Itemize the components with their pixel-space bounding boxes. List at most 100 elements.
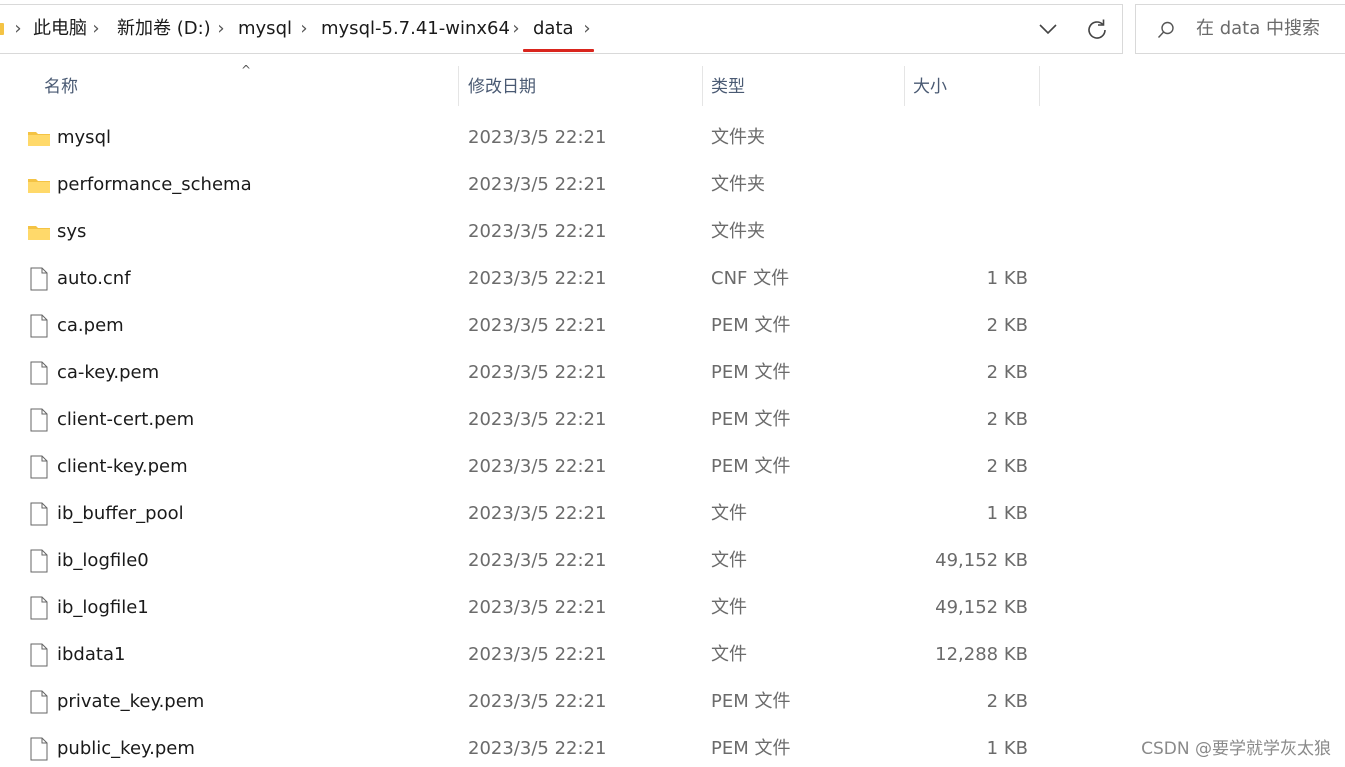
list-item[interactable]: ib_logfile1 2023/3/5 22:21 文件 49,152 KB — [0, 584, 1040, 631]
file-name: client-key.pem — [57, 456, 188, 477]
file-icon — [30, 690, 48, 714]
file-modified: 2023/3/5 22:21 — [468, 738, 607, 759]
file-modified: 2023/3/5 22:21 — [468, 268, 607, 289]
file-icon — [30, 643, 48, 667]
file-modified: 2023/3/5 22:21 — [468, 550, 607, 571]
breadcrumb-separator[interactable]: › — [296, 5, 312, 53]
file-type: 文件夹 — [711, 221, 765, 242]
file-modified: 2023/3/5 22:21 — [468, 127, 607, 148]
breadcrumb-separator[interactable]: › — [88, 5, 104, 53]
file-size: 1 KB — [986, 738, 1028, 759]
list-item[interactable]: ca.pem 2023/3/5 22:21 PEM 文件 2 KB — [0, 302, 1040, 349]
column-name-header[interactable]: 名称 — [44, 64, 78, 110]
list-item[interactable]: auto.cnf 2023/3/5 22:21 CNF 文件 1 KB — [0, 255, 1040, 302]
column-type-header[interactable]: 类型 — [711, 64, 745, 110]
sort-ascending-icon: ^ — [241, 63, 252, 77]
file-size: 1 KB — [986, 503, 1028, 524]
refresh-icon[interactable] — [1084, 17, 1110, 43]
breadcrumb-data[interactable]: data — [533, 5, 574, 53]
breadcrumb-this-pc[interactable]: 此电脑 — [33, 5, 87, 53]
file-modified: 2023/3/5 22:21 — [468, 503, 607, 524]
file-type: PEM 文件 — [711, 691, 791, 712]
file-name: ib_logfile0 — [57, 550, 149, 571]
file-modified: 2023/3/5 22:21 — [468, 362, 607, 383]
column-divider[interactable] — [904, 66, 905, 106]
file-type: PEM 文件 — [711, 456, 791, 477]
file-name: ca-key.pem — [57, 362, 160, 383]
file-type: PEM 文件 — [711, 315, 791, 336]
file-name: ibdata1 — [57, 644, 126, 665]
file-size — [880, 208, 1028, 255]
list-item[interactable]: client-cert.pem 2023/3/5 22:21 PEM 文件 2 … — [0, 396, 1040, 443]
file-name: ib_buffer_pool — [57, 503, 184, 524]
file-modified: 2023/3/5 22:21 — [468, 644, 607, 665]
file-type: CNF 文件 — [711, 268, 790, 289]
file-icon — [30, 361, 48, 385]
watermark: CSDN @要学就学灰太狼 — [1141, 739, 1331, 759]
file-type: 文件夹 — [711, 127, 765, 148]
file-type: 文件 — [711, 597, 747, 618]
list-item[interactable]: mysql 2023/3/5 22:21 文件夹 — [0, 114, 1040, 161]
breadcrumb-drive-d[interactable]: 新加卷 (D:) — [117, 5, 211, 53]
chevron-down-icon[interactable] — [1036, 17, 1060, 41]
breadcrumb-separator[interactable]: › — [213, 5, 229, 53]
list-item[interactable]: ib_buffer_pool 2023/3/5 22:21 文件 1 KB — [0, 490, 1040, 537]
file-size: 2 KB — [986, 409, 1028, 430]
file-explorer: › 此电脑 › 新加卷 (D:) › mysql › mysql-5.7.41-… — [0, 0, 1345, 767]
column-divider[interactable] — [1039, 66, 1040, 106]
file-size: 1 KB — [986, 268, 1028, 289]
file-size: 2 KB — [986, 691, 1028, 712]
file-icon — [30, 314, 48, 338]
file-modified: 2023/3/5 22:21 — [468, 597, 607, 618]
list-item[interactable]: private_key.pem 2023/3/5 22:21 PEM 文件 2 … — [0, 678, 1040, 725]
breadcrumb-separator: › — [14, 18, 22, 39]
file-size: 12,288 KB — [935, 644, 1028, 665]
column-divider[interactable] — [702, 66, 703, 106]
file-size: 2 KB — [986, 315, 1028, 336]
file-icon — [30, 455, 48, 479]
column-divider[interactable] — [458, 66, 459, 106]
address-bar[interactable]: › 此电脑 › 新加卷 (D:) › mysql › mysql-5.7.41-… — [0, 4, 1123, 54]
breadcrumb-separator[interactable]: › — [508, 5, 524, 53]
breadcrumb-separator[interactable]: › — [579, 5, 595, 53]
breadcrumb-mysql-winx64[interactable]: mysql-5.7.41-winx64 — [321, 5, 510, 53]
search-input[interactable]: 在 data 中搜索 — [1135, 4, 1345, 54]
file-name: sys — [57, 221, 87, 242]
column-size-header[interactable]: 大小 — [913, 64, 947, 110]
list-item[interactable]: ibdata1 2023/3/5 22:21 文件 12,288 KB — [0, 631, 1040, 678]
file-name: ca.pem — [57, 315, 124, 336]
file-icon — [30, 267, 48, 291]
list-item[interactable]: performance_schema 2023/3/5 22:21 文件夹 — [0, 161, 1040, 208]
file-size — [880, 114, 1028, 161]
folder-icon — [28, 179, 50, 193]
file-name: client-cert.pem — [57, 409, 195, 430]
file-modified: 2023/3/5 22:21 — [468, 221, 607, 242]
file-name: ib_logfile1 — [57, 597, 149, 618]
file-modified: 2023/3/5 22:21 — [468, 315, 607, 336]
file-icon — [30, 408, 48, 432]
file-size: 2 KB — [986, 362, 1028, 383]
file-type: PEM 文件 — [711, 738, 791, 759]
column-modified-header[interactable]: 修改日期 — [468, 64, 536, 110]
file-name: performance_schema — [57, 174, 252, 195]
file-modified: 2023/3/5 22:21 — [468, 691, 607, 712]
file-icon — [30, 549, 48, 573]
list-item[interactable]: public_key.pem 2023/3/5 22:21 PEM 文件 1 K… — [0, 725, 1040, 767]
file-icon — [30, 596, 48, 620]
file-modified: 2023/3/5 22:21 — [468, 174, 607, 195]
list-item[interactable]: ib_logfile0 2023/3/5 22:21 文件 49,152 KB — [0, 537, 1040, 584]
search-placeholder: 在 data 中搜索 — [1196, 18, 1320, 39]
file-name: mysql — [57, 127, 111, 148]
list-item[interactable]: ca-key.pem 2023/3/5 22:21 PEM 文件 2 KB — [0, 349, 1040, 396]
folder-icon — [28, 226, 50, 240]
file-name: auto.cnf — [57, 268, 131, 289]
list-item[interactable]: client-key.pem 2023/3/5 22:21 PEM 文件 2 K… — [0, 443, 1040, 490]
file-list: mysql 2023/3/5 22:21 文件夹 performance_sch… — [0, 114, 1040, 767]
file-size — [880, 161, 1028, 208]
file-icon — [30, 502, 48, 526]
column-header: 名称 修改日期 类型 大小 — [0, 64, 1040, 110]
file-type: PEM 文件 — [711, 362, 791, 383]
list-item[interactable]: sys 2023/3/5 22:21 文件夹 — [0, 208, 1040, 255]
breadcrumb-mysql[interactable]: mysql — [238, 5, 292, 53]
file-size: 49,152 KB — [935, 550, 1028, 571]
